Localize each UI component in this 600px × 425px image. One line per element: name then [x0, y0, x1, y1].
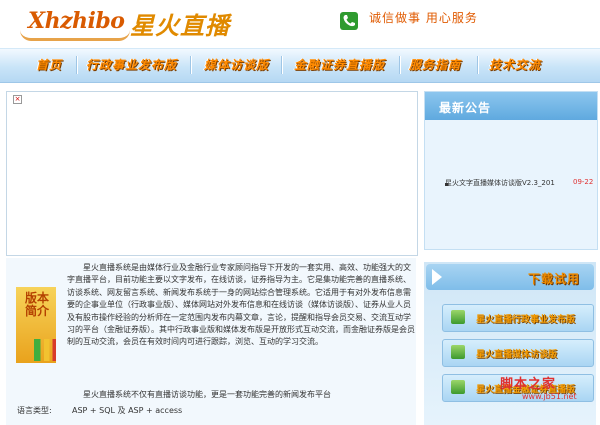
version-intro-badge: 版本简介: [16, 287, 56, 363]
logo-chinese[interactable]: 星火直播: [130, 6, 230, 41]
nav-divider: [281, 56, 283, 74]
nav-divider: [399, 56, 401, 74]
nav-finance-securities-edition[interactable]: 金融证券直播版: [294, 56, 385, 73]
notice-header: 最新公告: [425, 92, 597, 120]
watermark-text: 脚本之家: [500, 377, 557, 392]
arrow-right-icon: [432, 269, 442, 285]
notice-item-link[interactable]: 星火文字直播媒体访谈版V2.3_201: [445, 178, 555, 188]
phone-icon: [340, 12, 358, 30]
bar-graph-icon: [34, 339, 56, 361]
intro-paragraph-2: 星火直播系统不仅有直播访谈功能，更是一套功能完善的新闻发布平台: [83, 390, 331, 399]
download-button-label: 星火直播行政事业发布版: [476, 315, 576, 325]
broken-image-icon: ×: [13, 95, 22, 104]
header-slogan: 诚信做事 用心服务: [369, 11, 478, 25]
nav-tech-exchange[interactable]: 技术交流: [489, 56, 541, 73]
download-button-label: 星火直播媒体访谈版: [476, 350, 558, 360]
download-header: 下载试用: [426, 264, 594, 290]
download-icon: [451, 345, 465, 359]
nav-divider: [76, 56, 78, 74]
notice-item-date: 09-22: [573, 178, 594, 186]
watermark-url: www.jb51.net: [522, 392, 577, 401]
version-intro-label: 版本简介: [24, 291, 49, 318]
download-government-edition-button[interactable]: 星火直播行政事业发布版: [442, 304, 594, 332]
nav-divider: [190, 56, 192, 74]
nav-service-guide[interactable]: 服务指南: [409, 56, 461, 73]
logo-swoosh-icon: [20, 30, 130, 41]
nav-divider: [477, 56, 479, 74]
intro-paragraph: 星火直播系统是由媒体行业及金融行业专家顾问指导下开发的一套实用、高效、功能强大的…: [67, 263, 415, 347]
notice-panel: 最新公告 星火文字直播媒体访谈版V2.3_201 09-22: [424, 91, 598, 250]
nav-government-edition[interactable]: 行政事业发布版: [86, 56, 177, 73]
download-icon: [451, 310, 465, 324]
intro-panel: 版本简介 星火直播系统是由媒体行业及金融行业专家顾问指导下开发的一套实用、高效、…: [6, 258, 416, 425]
main-navigation: 首页 行政事业发布版 媒体访谈版 金融证券直播版 服务指南 技术交流: [0, 48, 600, 83]
notice-title: 最新公告: [439, 101, 492, 115]
nav-home[interactable]: 首页: [36, 56, 62, 73]
download-title: 下载试用: [528, 272, 581, 286]
language-type-value: ASP + SQL 及 ASP + access: [72, 406, 183, 415]
language-type-label: 语言类型:: [17, 406, 52, 415]
nav-media-interview-edition[interactable]: 媒体访谈版: [204, 56, 269, 73]
banner-area: ×: [6, 91, 418, 256]
download-icon: [451, 380, 465, 394]
download-media-edition-button[interactable]: 星火直播媒体访谈版: [442, 339, 594, 367]
